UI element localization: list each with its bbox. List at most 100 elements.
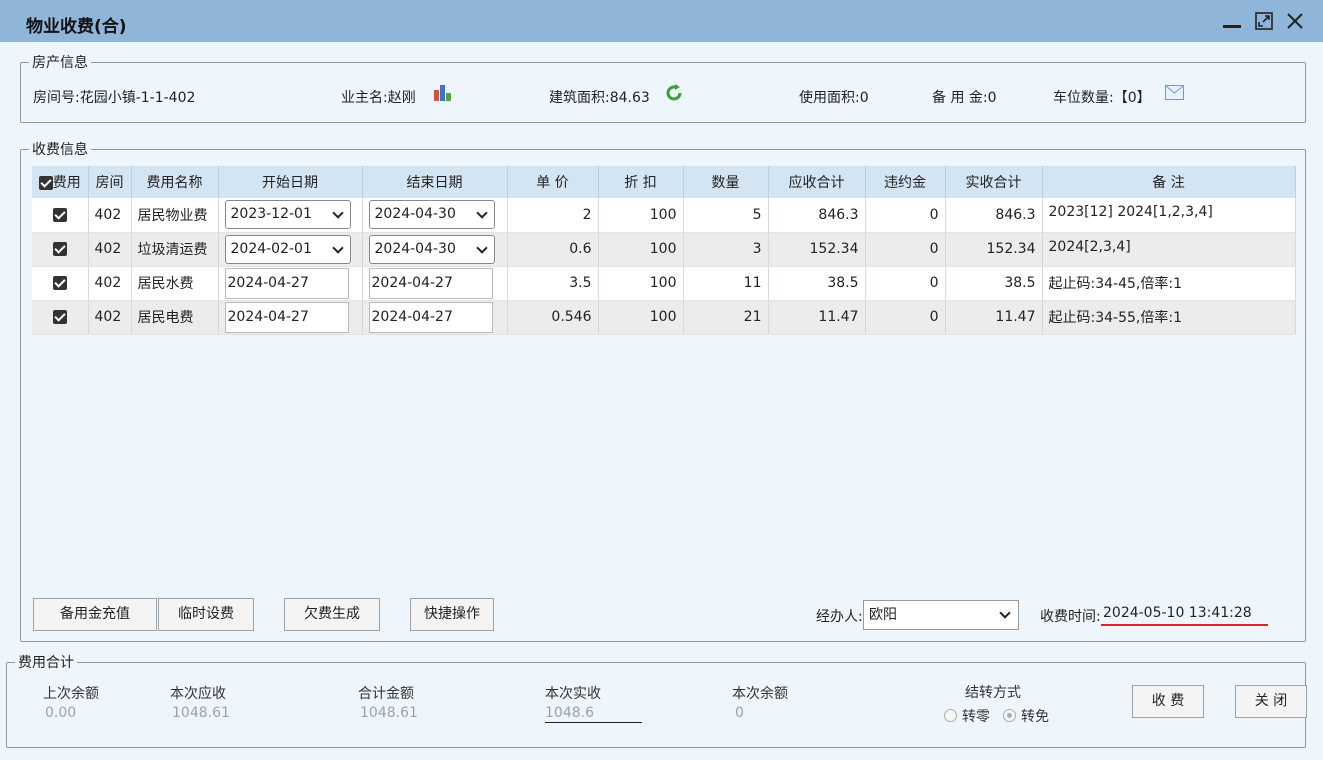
operator-label: 经办人: [816, 609, 863, 625]
row-checkbox[interactable] [52, 310, 67, 324]
close-icon[interactable] [1284, 10, 1306, 32]
cell-fee-name: 居民物业费 [131, 198, 219, 233]
end-date-input[interactable]: 2024-04-27 [368, 267, 493, 299]
carry-free-label[interactable]: 转免 [1021, 706, 1049, 726]
carry-zero-label[interactable]: 转零 [962, 706, 990, 726]
cell-fee-name: 居民电费 [131, 300, 219, 335]
row-checkbox[interactable] [52, 242, 67, 256]
end-date-input[interactable]: 2024-04-27 [368, 301, 493, 333]
quick-action-button[interactable]: 快捷操作 [410, 598, 494, 631]
carry-free-radio[interactable] [1003, 709, 1016, 722]
building-area: 建筑面积:84.63 [549, 90, 650, 106]
cell-quantity[interactable]: 5 [683, 198, 769, 233]
col-note: 备 注 [1042, 166, 1296, 198]
select-all-checkbox[interactable] [38, 176, 53, 190]
cell-quantity[interactable]: 11 [683, 266, 769, 301]
col-amount-due: 应收合计 [768, 166, 866, 198]
cell-unit-price[interactable]: 0.6 [507, 232, 599, 267]
charge-time-underline [1101, 624, 1268, 626]
window-title: 物业收费(合) [26, 17, 127, 37]
end-date-select[interactable]: 2024-04-30 [368, 234, 495, 264]
start-date-input[interactable]: 2024-04-27 [224, 301, 349, 333]
reserve-fund: 备 用 金:0 [932, 90, 997, 106]
current-due-label: 本次应收 [170, 686, 226, 702]
col-quantity: 数量 [683, 166, 769, 198]
fee-info-legend: 收费信息 [32, 142, 88, 158]
current-paid-input[interactable]: 1048.6 [545, 705, 642, 723]
col-penalty: 违约金 [865, 166, 946, 198]
cell-note[interactable]: 2024[2,3,4] [1042, 232, 1296, 267]
cell-fee-name: 居民水费 [131, 266, 219, 301]
cell-discount[interactable]: 100 [598, 198, 684, 233]
last-balance-label: 上次余额 [43, 686, 99, 702]
carry-method-label: 结转方式 [965, 685, 1021, 701]
fee-summary-legend: 费用合计 [18, 655, 74, 671]
cell-amount-paid[interactable]: 11.47 [945, 300, 1043, 335]
cell-amount-due: 846.3 [768, 198, 866, 233]
last-balance-value: 0.00 [45, 705, 77, 721]
cell-amount-due: 152.34 [768, 232, 866, 267]
table-row[interactable]: 402 居民水费 2024-04-27 2024-04-27 3.5 100 1… [32, 266, 1296, 301]
cell-fee-name: 垃圾清运费 [131, 232, 219, 267]
total-amount-label: 合计金额 [358, 686, 414, 702]
mail-icon[interactable] [1165, 85, 1184, 100]
usable-area: 使用面积:0 [799, 90, 869, 106]
cell-amount-paid[interactable]: 38.5 [945, 266, 1043, 301]
cell-room: 402 [88, 266, 132, 301]
operator-value: 欧阳 [869, 607, 897, 623]
close-button[interactable]: 关 闭 [1235, 685, 1307, 718]
cell-amount-paid[interactable]: 152.34 [945, 232, 1043, 267]
cell-quantity[interactable]: 21 [683, 300, 769, 335]
cell-discount[interactable]: 100 [598, 232, 684, 267]
cell-penalty[interactable]: 0 [865, 198, 946, 233]
title-bar[interactable]: 物业收费(合) [0, 0, 1323, 42]
start-date-input[interactable]: 2024-04-27 [224, 267, 349, 299]
start-date-select[interactable]: 2023-12-01 [224, 200, 351, 230]
row-checkbox[interactable] [52, 207, 67, 222]
cell-unit-price[interactable]: 3.5 [507, 266, 599, 301]
table-row[interactable]: 402 居民物业费 2023-12-01 2024-04-30 2 100 5 … [32, 198, 1296, 233]
charge-button[interactable]: 收 费 [1132, 685, 1204, 718]
cell-note[interactable]: 2023[12] 2024[1,2,3,4] [1042, 198, 1296, 233]
charge-time-value[interactable]: 2024-05-10 13:41:28 [1103, 605, 1252, 621]
cell-unit-price[interactable]: 0.546 [507, 300, 599, 335]
fee-window: 物业收费(合) 房产信息 房间号:花园小镇-1-1-402 业主名:赵刚 建筑面… [0, 0, 1323, 760]
charge-time-label: 收费时间: [1040, 609, 1101, 625]
cell-quantity[interactable]: 3 [683, 232, 769, 267]
current-balance-value: 0 [735, 705, 744, 721]
cell-unit-price[interactable]: 2 [507, 198, 599, 233]
cell-discount[interactable]: 100 [598, 300, 684, 335]
table-row[interactable]: 402 居民电费 2024-04-27 2024-04-27 0.546 100… [32, 300, 1296, 335]
cell-note[interactable]: 起止码:34-55,倍率:1 [1042, 300, 1296, 335]
end-date-select[interactable]: 2024-04-30 [368, 200, 495, 230]
operator-select[interactable]: 欧阳 [863, 600, 1019, 630]
arrears-generate-button[interactable]: 欠费生成 [284, 598, 380, 631]
cell-discount[interactable]: 100 [598, 266, 684, 301]
cell-room: 402 [88, 198, 132, 233]
cell-penalty[interactable]: 0 [865, 300, 946, 335]
col-discount: 折 扣 [598, 166, 684, 198]
parking-count: 车位数量:【0】 [1053, 90, 1151, 106]
carry-zero-radio[interactable] [944, 709, 957, 722]
chevron-down-icon [475, 241, 488, 254]
table-row[interactable]: 402 垃圾清运费 2024-02-01 2024-04-30 0.6 100 … [32, 232, 1296, 267]
cell-amount-paid[interactable]: 846.3 [945, 198, 1043, 233]
minimize-icon[interactable] [1221, 10, 1243, 32]
col-fee-check[interactable]: 费用 [32, 166, 89, 198]
temp-fee-button[interactable]: 临时设费 [158, 598, 254, 631]
maximize-icon[interactable] [1253, 10, 1275, 32]
col-fee-name: 费用名称 [131, 166, 219, 198]
cell-amount-due: 11.47 [768, 300, 866, 335]
cell-penalty[interactable]: 0 [865, 266, 946, 301]
chevron-down-icon [331, 241, 344, 254]
chart-icon[interactable] [433, 84, 453, 102]
start-date-select[interactable]: 2024-02-01 [224, 234, 351, 264]
current-balance-label: 本次余额 [732, 686, 788, 702]
cell-note[interactable]: 起止码:34-45,倍率:1 [1042, 266, 1296, 301]
fee-table: 费用 房间 费用名称 开始日期 结束日期 单 价 折 扣 数量 应收合计 违约金… [32, 166, 1296, 335]
cell-penalty[interactable]: 0 [865, 232, 946, 267]
refresh-icon[interactable] [665, 84, 683, 102]
row-checkbox[interactable] [52, 276, 67, 290]
recharge-reserve-button[interactable]: 备用金充值 [33, 598, 157, 631]
total-amount-value: 1048.61 [360, 705, 418, 721]
